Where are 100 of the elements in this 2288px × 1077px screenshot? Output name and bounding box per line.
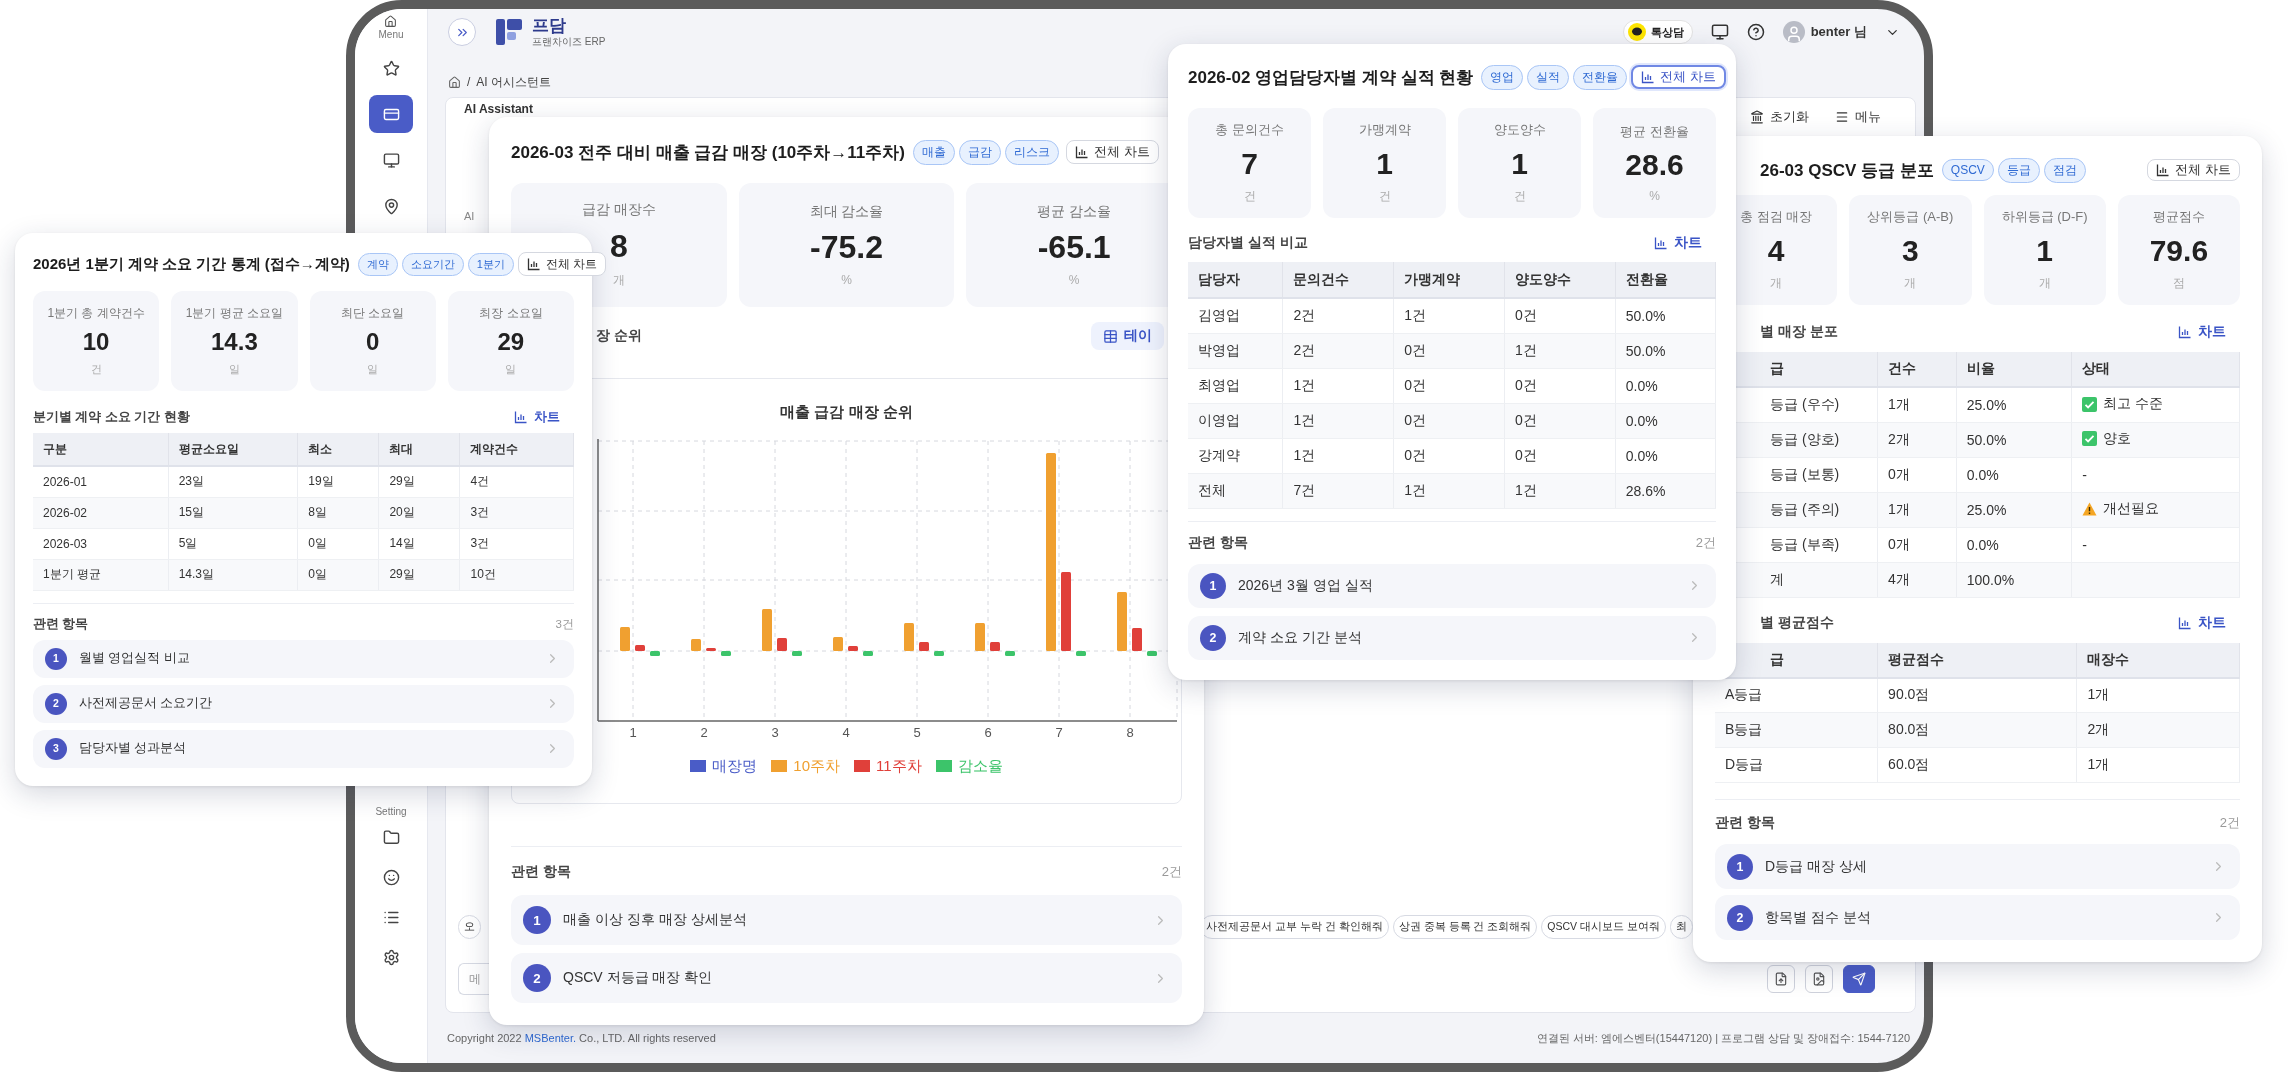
table-cell: 1분기 평균 <box>33 559 169 590</box>
home-icon[interactable] <box>384 15 398 28</box>
legend-label: 매장명 <box>712 756 758 776</box>
chart-bar <box>792 651 802 656</box>
table-cell: 0건 <box>1393 438 1505 473</box>
related-item[interactable]: 1 2026년 3월 영업 실적 <box>1188 563 1716 608</box>
table-cell: A등급 <box>1715 677 1878 713</box>
table-cell: D등급 <box>1715 747 1878 783</box>
suggestion-chip[interactable]: QSCV 대시보드 보여줘 <box>1541 915 1666 939</box>
send-icon <box>1852 972 1866 986</box>
table-cell: 0.0% <box>1956 527 2072 562</box>
home-icon[interactable] <box>448 75 461 89</box>
chart-view-button[interactable]: 차트 <box>500 409 574 425</box>
stat-value: 14.3 <box>211 330 258 354</box>
table-cell: 3건 <box>459 497 574 528</box>
chart-bar <box>975 623 985 651</box>
stat-label: 최대 감소율 <box>809 202 884 221</box>
item-number: 1 <box>1200 572 1226 599</box>
table-cell: 50.0% <box>1615 298 1716 333</box>
monitor-icon[interactable] <box>1710 23 1729 41</box>
toolbar-button[interactable]: 메뉴 <box>1831 106 1885 128</box>
breadcrumb-separator: / <box>467 75 471 89</box>
suggestion-chip[interactable]: 최 <box>1669 915 1693 939</box>
column-header: 건수 <box>1877 352 1957 387</box>
related-item[interactable]: 1 매출 이상 징후 매장 상세분석 <box>511 895 1182 945</box>
axis-label: 7 <box>1055 725 1063 740</box>
status-text: 최고 수준 <box>2103 395 2164 413</box>
table-cell: 0건 <box>1393 333 1505 368</box>
stat-value: 10 <box>82 330 110 354</box>
stat-value: -65.1 <box>1037 231 1111 263</box>
help-icon[interactable] <box>1746 23 1765 41</box>
column-header: 담당자 <box>1188 262 1283 298</box>
stat-label: 평균점수 <box>2152 208 2205 227</box>
stat-label: 하위등급 (D-F) <box>2001 208 2088 227</box>
stat-label: 평균 전환율 <box>1620 122 1689 141</box>
stat-label: 평균 감소율 <box>1037 202 1112 221</box>
toolbar-button[interactable]: 초기화 <box>1746 106 1813 128</box>
table-cell: 1개 <box>1877 492 1957 527</box>
related-item[interactable]: 2 계약 소요 기간 분석 <box>1188 615 1716 660</box>
axis-label: 6 <box>984 725 992 740</box>
chart-view-button[interactable]: 차트 <box>1640 234 1716 252</box>
suggestion-chip[interactable]: 상권 중복 등록 건 조회해줘 <box>1392 915 1538 939</box>
send-button[interactable] <box>1843 965 1875 993</box>
column-header: 구분 <box>33 433 169 466</box>
menu-label: Menu <box>378 29 404 40</box>
map-pin-icon <box>382 197 400 215</box>
table-cell: 강계약 <box>1188 438 1283 473</box>
stat-unit: 건 <box>1513 187 1526 205</box>
bar-chart-icon <box>2156 163 2171 177</box>
chart-bar <box>1117 592 1127 651</box>
table-cell: 0건 <box>1504 368 1616 403</box>
stat-label: 최단 소요일 <box>340 304 405 322</box>
axis-label: 5 <box>913 725 921 740</box>
table-cell: 0일 <box>297 559 379 590</box>
message-input[interactable]: 메 <box>458 963 489 995</box>
company-link[interactable]: MSBenter. <box>524 1032 577 1044</box>
table-cell: 10건 <box>459 559 574 590</box>
file-upload-button[interactable] <box>1767 965 1795 993</box>
related-item[interactable]: 2 항목별 점수 분석 <box>1715 895 2240 940</box>
sidebar-item[interactable] <box>369 95 413 133</box>
full-chart-button[interactable]: 전체 차트 <box>517 252 607 276</box>
table-cell: 김영업 <box>1188 298 1283 333</box>
table-cell: 50.0% <box>1615 333 1716 368</box>
section-heading: 별 매장 분포 <box>1760 323 1838 341</box>
breadcrumb-item[interactable]: AI 어시스턴트 <box>476 73 551 91</box>
image-button[interactable] <box>1805 965 1833 993</box>
stat-unit: 개 <box>1770 274 1783 292</box>
table-cell: 50.0% <box>1956 422 2072 457</box>
tag: QSCV <box>1941 159 1994 181</box>
avatar <box>1782 21 1805 43</box>
item-number: 1 <box>1727 853 1753 880</box>
related-item[interactable]: 1 월별 영업실적 비교 <box>33 639 574 678</box>
logo-subtitle: 프랜차이즈 ERP <box>532 35 606 47</box>
chart-view-button[interactable]: 차트 <box>2164 613 2240 632</box>
related-item[interactable]: 2 사전제공문서 소요기간 <box>33 684 574 723</box>
user-name[interactable]: benter 님 <box>1810 23 1867 41</box>
chart-bar <box>1132 628 1142 651</box>
full-chart-button[interactable]: 전체 차트 <box>1065 140 1159 164</box>
related-item[interactable]: 1 D등급 매장 상세 <box>1715 844 2240 889</box>
stat-label: 최장 소요일 <box>479 304 543 322</box>
suggestion-chip[interactable]: 오 <box>458 915 481 939</box>
table-view-button[interactable]: 테이 <box>1091 322 1164 350</box>
check-box-icon <box>2082 431 2098 447</box>
item-number: 2 <box>523 964 551 992</box>
copyright-text: Copyright 2022 MSBenter. Co., LTD. All rights reserved <box>447 1032 716 1044</box>
table-cell: 1건 <box>1282 368 1394 403</box>
chat-button[interactable]: 톡상담 <box>1622 20 1693 44</box>
card-title: 2026-02 영업담당자별 계약 실적 현황 <box>1188 66 1474 89</box>
stat-label: 1분기 총 계약건수 <box>47 304 145 322</box>
expand-button[interactable] <box>448 18 476 46</box>
related-item[interactable]: 3 담당자별 성과분석 <box>33 729 574 768</box>
related-item[interactable]: 2 QSCV 저등급 매장 확인 <box>511 953 1182 1003</box>
table-cell: 0건 <box>1504 298 1616 333</box>
chart-view-button[interactable]: 차트 <box>2164 323 2240 341</box>
item-number: 2 <box>1200 624 1226 651</box>
related-count: 2건 <box>2219 814 2240 832</box>
full-chart-button[interactable]: 전체 차트 <box>1631 65 1726 89</box>
full-chart-button[interactable]: 전체 차트 <box>2147 159 2240 181</box>
related-heading: 관련 항목 <box>33 616 89 633</box>
tag: 소요기간 <box>401 252 464 276</box>
